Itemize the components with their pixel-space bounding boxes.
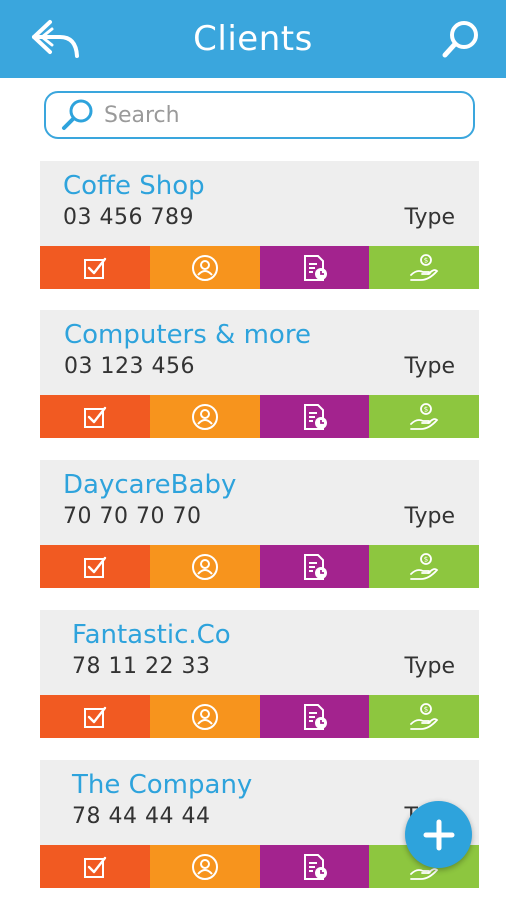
checkbox-icon: [80, 852, 110, 882]
app-bar: Clients: [0, 0, 506, 78]
search-field[interactable]: [44, 91, 475, 139]
svg-text:$: $: [424, 555, 428, 563]
contact-button[interactable]: [149, 695, 260, 738]
contact-button[interactable]: [149, 246, 260, 289]
client-card[interactable]: DaycareBaby 70 70 70 70 Type $: [40, 460, 479, 588]
history-button[interactable]: [259, 695, 370, 738]
client-name: Computers & more: [64, 320, 311, 350]
document-clock-icon: [299, 702, 329, 732]
document-clock-icon: [299, 253, 329, 283]
hand-coin-icon: $: [409, 402, 439, 432]
tasks-button[interactable]: [40, 695, 150, 738]
tasks-button[interactable]: [40, 845, 150, 888]
document-clock-icon: [299, 852, 329, 882]
client-phone: 78 44 44 44: [72, 804, 211, 829]
document-clock-icon: [299, 552, 329, 582]
page-title: Clients: [193, 19, 313, 59]
contact-button[interactable]: [149, 395, 260, 438]
client-actions: $: [40, 395, 479, 438]
back-arrow-icon: [32, 20, 79, 58]
client-actions: $: [40, 545, 479, 588]
client-type: Type: [404, 205, 455, 230]
document-clock-icon: [299, 402, 329, 432]
hand-coin-icon: $: [409, 253, 439, 283]
history-button[interactable]: [259, 246, 370, 289]
history-button[interactable]: [259, 545, 370, 588]
svg-text:$: $: [424, 405, 428, 413]
client-type: Type: [404, 354, 455, 379]
checkbox-icon: [80, 402, 110, 432]
search-input[interactable]: [104, 102, 434, 128]
add-client-button[interactable]: [405, 801, 472, 868]
client-name: Fantastic.Co: [72, 620, 231, 650]
contact-icon: [190, 552, 220, 582]
contact-button[interactable]: [149, 845, 260, 888]
history-button[interactable]: [259, 395, 370, 438]
contact-icon: [190, 253, 220, 283]
payments-button[interactable]: $: [369, 545, 479, 588]
tasks-button[interactable]: [40, 246, 150, 289]
client-actions: $: [40, 246, 479, 289]
header-search-button[interactable]: [440, 18, 482, 60]
client-type: Type: [404, 504, 455, 529]
contact-icon: [190, 402, 220, 432]
contact-icon: [190, 852, 220, 882]
hand-coin-icon: $: [409, 552, 439, 582]
client-phone: 70 70 70 70: [63, 504, 202, 529]
client-name: DaycareBaby: [63, 470, 237, 500]
client-type: Type: [404, 654, 455, 679]
client-actions: $: [40, 695, 479, 738]
tasks-button[interactable]: [40, 395, 150, 438]
search-icon: [62, 99, 93, 130]
hand-coin-icon: $: [409, 702, 439, 732]
client-name: The Company: [72, 770, 253, 800]
plus-icon: [423, 819, 454, 850]
checkbox-icon: [80, 253, 110, 283]
contact-icon: [190, 702, 220, 732]
client-name: Coffe Shop: [63, 171, 205, 201]
checkbox-icon: [80, 702, 110, 732]
client-card[interactable]: Computers & more 03 123 456 Type $: [40, 310, 479, 438]
checkbox-icon: [80, 552, 110, 582]
history-button[interactable]: [259, 845, 370, 888]
client-phone: 03 123 456: [64, 354, 195, 379]
back-button[interactable]: [30, 16, 82, 62]
client-card[interactable]: Fantastic.Co 78 11 22 33 Type $: [40, 610, 479, 738]
svg-text:$: $: [424, 705, 428, 713]
client-phone: 03 456 789: [63, 205, 194, 230]
payments-button[interactable]: $: [369, 695, 479, 738]
contact-button[interactable]: [149, 545, 260, 588]
tasks-button[interactable]: [40, 545, 150, 588]
client-card[interactable]: Coffe Shop 03 456 789 Type $: [40, 161, 479, 289]
svg-text:$: $: [424, 256, 428, 264]
search-icon: [442, 21, 478, 58]
payments-button[interactable]: $: [369, 395, 479, 438]
payments-button[interactable]: $: [369, 246, 479, 289]
client-phone: 78 11 22 33: [72, 654, 211, 679]
